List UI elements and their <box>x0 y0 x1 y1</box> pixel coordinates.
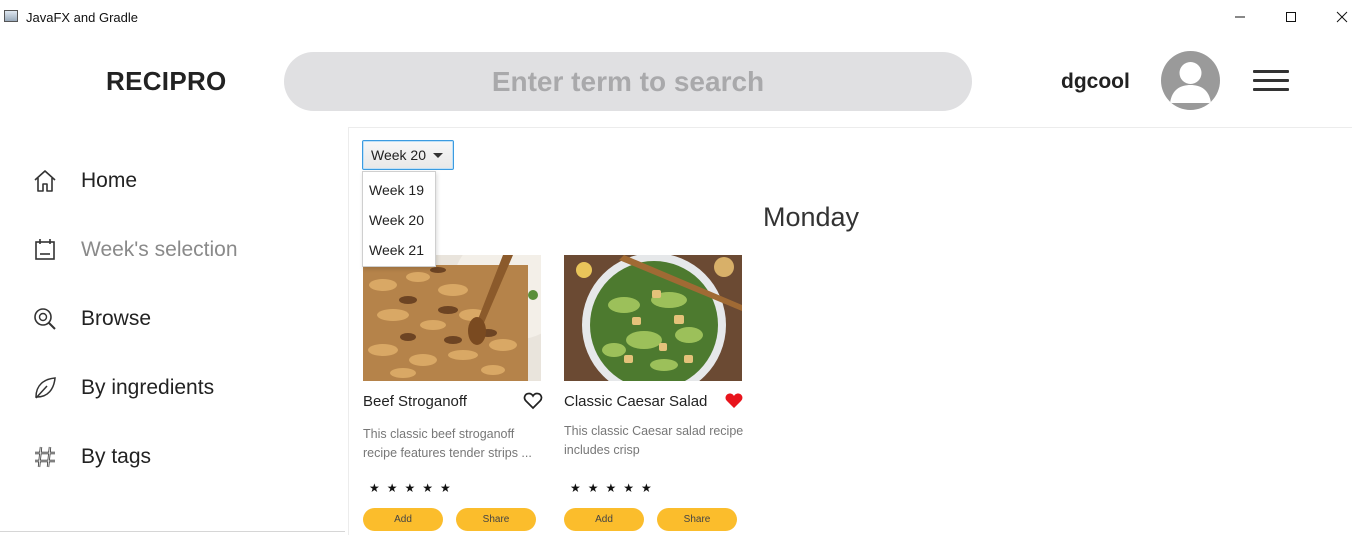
week-option[interactable]: Week 21 <box>363 235 435 265</box>
rating-stars[interactable]: ★★★★★ <box>369 481 458 495</box>
sidebar-item-home[interactable]: Home <box>30 161 137 201</box>
rating-stars[interactable]: ★★★★★ <box>570 481 659 495</box>
recipe-description: This classic Caesar salad recipe include… <box>564 424 744 457</box>
user-avatar-icon[interactable] <box>1161 51 1220 110</box>
chevron-down-icon <box>433 153 443 158</box>
browse-search-icon <box>30 304 60 334</box>
add-button[interactable]: Add <box>564 508 644 531</box>
favorite-outline-heart-icon[interactable] <box>523 391 543 411</box>
week-option[interactable]: Week 19 <box>363 175 435 205</box>
recipe-card: Beef Stroganoff This classic beef stroga… <box>363 255 543 535</box>
sidebar-item-by-ingredients[interactable]: By ingredients <box>30 368 214 408</box>
sidebar-item-label: Browse <box>81 307 152 330</box>
sidebar-item-by-tags[interactable]: By tags <box>30 437 151 477</box>
sidebar-item-label: By ingredients <box>81 376 215 399</box>
week-select-value: Week 20 <box>371 147 426 163</box>
maximize-icon <box>1286 12 1296 22</box>
recipe-title[interactable]: Beef Stroganoff <box>363 393 467 410</box>
minimize-icon <box>1235 16 1245 18</box>
window-title: JavaFX and Gradle <box>26 10 139 25</box>
recipe-card: Classic Caesar Salad This classic Caesar… <box>564 255 744 535</box>
sidebar-item-label: Week's selection <box>81 238 238 261</box>
sidebar: Home Week's selection Browse By ingredie… <box>0 128 345 532</box>
calendar-icon <box>30 235 60 265</box>
share-button[interactable]: Share <box>456 508 536 531</box>
home-icon <box>30 166 60 196</box>
sidebar-item-browse[interactable]: Browse <box>30 299 151 339</box>
close-window-button[interactable] <box>1324 6 1352 28</box>
maximize-button[interactable] <box>1273 6 1309 28</box>
day-heading: Monday <box>763 202 860 232</box>
week-dropdown-menu: Week 19 Week 20 Week 21 <box>362 171 436 267</box>
hashtag-icon <box>30 442 60 472</box>
sidebar-item-label: Home <box>81 169 138 192</box>
search-input[interactable] <box>284 52 972 111</box>
sidebar-item-label: By tags <box>81 445 152 468</box>
favorite-filled-heart-icon[interactable] <box>724 391 744 411</box>
close-icon <box>1336 11 1348 23</box>
week-select-dropdown[interactable]: Week 20 <box>362 140 454 170</box>
username-label[interactable]: dgcool <box>1061 70 1130 94</box>
week-option[interactable]: Week 20 <box>363 205 435 235</box>
recipe-image[interactable] <box>363 255 541 381</box>
recipe-description: This classic beef stroganoff recipe feat… <box>363 427 532 460</box>
hamburger-menu-icon[interactable] <box>1253 68 1289 94</box>
sidebar-item-weeks-selection[interactable]: Week's selection <box>30 230 238 270</box>
window-titlebar: JavaFX and Gradle <box>0 0 1352 34</box>
minimize-button[interactable] <box>1222 6 1258 28</box>
add-button[interactable]: Add <box>363 508 443 531</box>
recipe-title[interactable]: Classic Caesar Salad <box>564 393 707 410</box>
app-icon <box>4 10 18 22</box>
recipe-image[interactable] <box>564 255 742 381</box>
share-button[interactable]: Share <box>657 508 737 531</box>
brand-logo-text[interactable]: RECIPRO <box>106 66 227 97</box>
leaf-icon <box>30 373 60 403</box>
